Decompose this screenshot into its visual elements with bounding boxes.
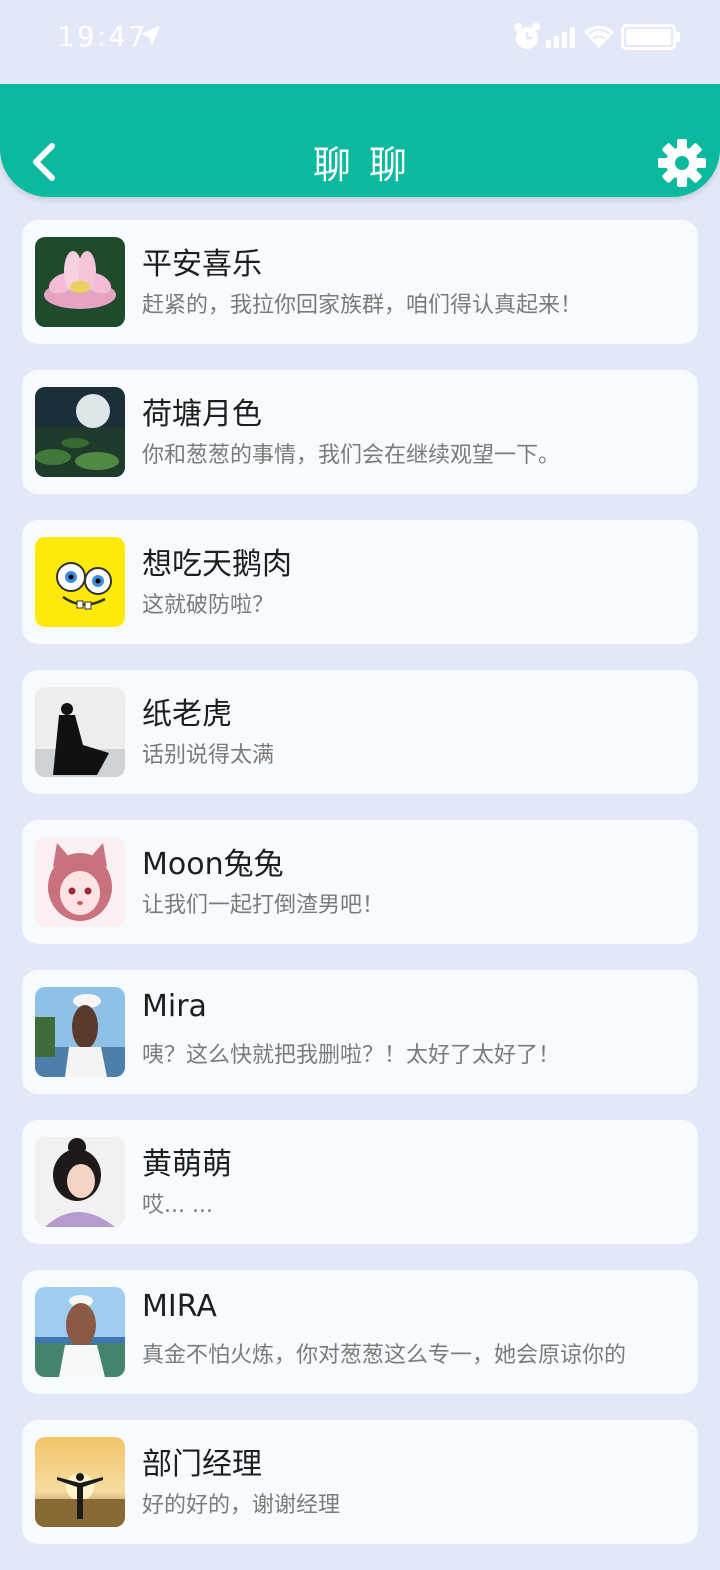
girl-lakeside-icon: [35, 1287, 125, 1377]
chat-list: 平安喜乐 赶紧的，我拉你回家族群，咱们得认真起来！ 荷塘月色 你和葱葱的事情，我…: [22, 220, 698, 1570]
girl-white-hat-icon: [35, 987, 125, 1077]
chat-name: 纸老虎: [142, 697, 232, 732]
app-header: 聊聊: [0, 84, 720, 197]
sponge-cartoon-icon: [35, 537, 125, 627]
chat-last-message: 咦？这么快就把我删啦？！太好了太好了！: [142, 1043, 561, 1068]
chat-item[interactable]: Mira 咦？这么快就把我删啦？！太好了太好了！: [22, 970, 698, 1094]
chat-item[interactable]: 纸老虎 话别说得太满: [22, 670, 698, 794]
chat-name: MIRA: [142, 1289, 217, 1324]
location-arrow-icon: [140, 26, 160, 46]
chat-item[interactable]: 部门经理 好的好的，谢谢经理: [22, 1420, 698, 1544]
moon-pond-icon: [35, 387, 125, 477]
chat-last-message: 好的好的，谢谢经理: [142, 1493, 341, 1518]
chat-name: Mira: [142, 989, 207, 1024]
lotus-flower-icon: [35, 237, 125, 327]
avatar[interactable]: [35, 1137, 125, 1227]
chat-last-message: 赶紧的，我拉你回家族群，咱们得认真起来！: [142, 293, 583, 318]
chat-last-message: 这就破防啦？: [142, 593, 275, 618]
avatar[interactable]: [35, 687, 125, 777]
chat-last-message: 你和葱葱的事情，我们会在继续观望一下。: [142, 443, 561, 468]
avatar[interactable]: [35, 537, 125, 627]
man-sunset-icon: [35, 1437, 125, 1527]
chat-last-message: 真金不怕火炼，你对葱葱这么专一，她会原谅你的: [142, 1343, 627, 1368]
chat-item[interactable]: 荷塘月色 你和葱葱的事情，我们会在继续观望一下。: [22, 370, 698, 494]
chat-item[interactable]: Moon兔兔 让我们一起打倒渣男吧！: [22, 820, 698, 944]
status-time: 19:47: [57, 20, 148, 53]
chat-name: 部门经理: [142, 1447, 262, 1482]
chat-name: 平安喜乐: [142, 247, 262, 282]
avatar[interactable]: [35, 1437, 125, 1527]
anime-cat-girl-icon: [35, 837, 125, 927]
chat-name: 黄萌萌: [142, 1147, 232, 1182]
avatar[interactable]: [35, 237, 125, 327]
cloaked-person-icon: [35, 687, 125, 777]
chat-last-message: 让我们一起打倒渣男吧！: [142, 893, 385, 918]
alarm-icon: [514, 23, 540, 49]
chat-last-message: 哎... ...: [142, 1193, 213, 1218]
chat-name: 想吃天鹅肉: [142, 547, 292, 582]
battery-icon: [621, 24, 680, 50]
settings-gear-icon[interactable]: [657, 138, 707, 188]
wifi-icon: [584, 25, 614, 48]
girl-dark-hair-icon: [35, 1137, 125, 1227]
avatar[interactable]: [35, 987, 125, 1077]
chat-name: Moon兔兔: [142, 847, 284, 882]
chat-item[interactable]: MIRA 真金不怕火炼，你对葱葱这么专一，她会原谅你的: [22, 1270, 698, 1394]
avatar[interactable]: [35, 387, 125, 477]
avatar[interactable]: [35, 1287, 125, 1377]
chat-item[interactable]: 平安喜乐 赶紧的，我拉你回家族群，咱们得认真起来！: [22, 220, 698, 344]
chat-item[interactable]: 黄萌萌 哎... ...: [22, 1120, 698, 1244]
chat-last-message: 话别说得太满: [142, 743, 275, 768]
chat-name: 荷塘月色: [142, 397, 262, 432]
page-title: 聊聊: [312, 143, 425, 187]
signal-icon: [546, 27, 575, 48]
status-bar: 19:47: [0, 0, 720, 76]
avatar[interactable]: [35, 837, 125, 927]
chat-item[interactable]: 想吃天鹅肉 这就破防啦？: [22, 520, 698, 644]
